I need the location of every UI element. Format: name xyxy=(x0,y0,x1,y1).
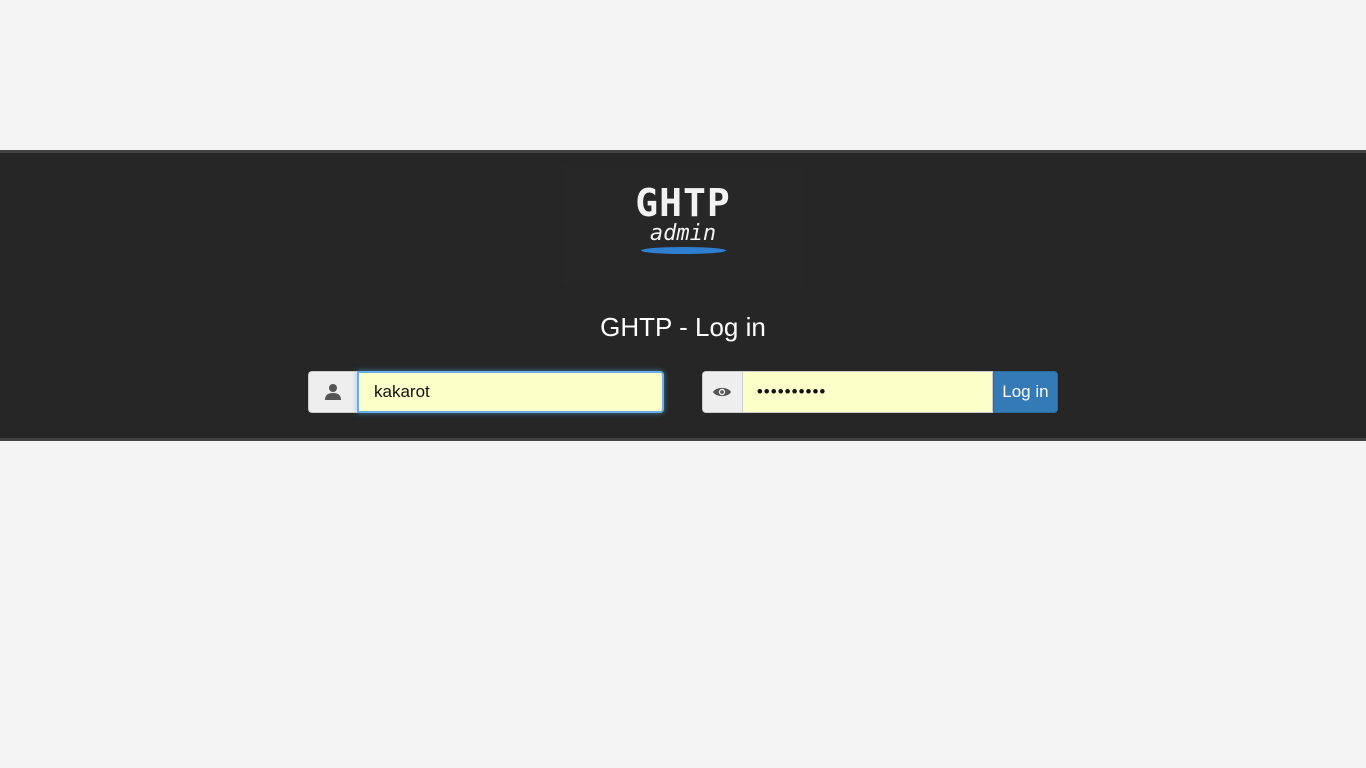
user-icon xyxy=(308,371,357,413)
login-panel: GHTP admin GHTP - Log in Log in xyxy=(0,150,1366,441)
ghtp-admin-logo: GHTP admin xyxy=(563,165,803,285)
login-button[interactable]: Log in xyxy=(992,371,1058,413)
password-group: Log in xyxy=(702,371,1058,413)
password-input[interactable] xyxy=(741,371,993,413)
eye-icon xyxy=(702,371,742,413)
username-input[interactable] xyxy=(357,371,664,413)
page-title: GHTP - Log in xyxy=(600,312,766,342)
logo-swoosh xyxy=(641,247,726,254)
logo-title: GHTP xyxy=(635,181,731,225)
logo-subtitle: admin xyxy=(649,221,717,246)
username-group xyxy=(308,371,664,413)
